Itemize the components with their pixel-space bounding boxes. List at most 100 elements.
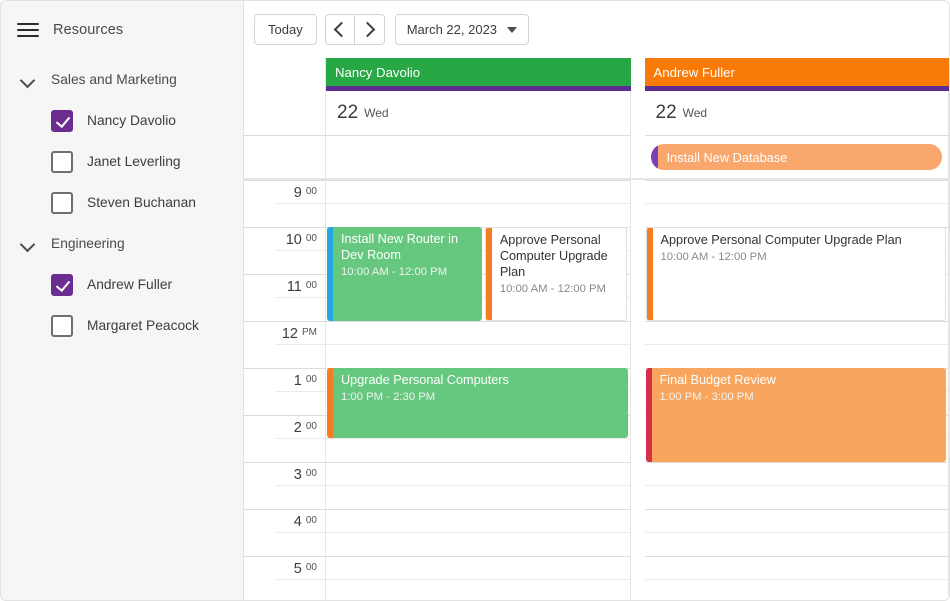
time-slot[interactable] <box>644 321 948 368</box>
all-day-appointment[interactable]: Install New Database <box>650 144 942 170</box>
time-slot[interactable] <box>326 556 630 600</box>
half-hour-line <box>276 438 325 439</box>
resource-group: Engineering Andrew Fuller Margaret Peacock <box>1 223 243 346</box>
time-label-suffix: 00 <box>305 421 317 432</box>
resource-item[interactable]: Margaret Peacock <box>17 305 243 346</box>
time-gutter-row: 12 PM <box>244 321 325 368</box>
time-label: 2 00 <box>294 421 317 436</box>
resource-item[interactable]: Nancy Davolio <box>17 100 243 141</box>
time-gutter-row: 5 00 <box>244 556 325 600</box>
resource-group-header[interactable]: Sales and Marketing <box>17 59 243 100</box>
date-header-cell[interactable]: 22 Wed <box>644 91 949 136</box>
resource-header-row: Nancy Davolio 22 Wed Andrew Fuller 22 Wed <box>244 58 949 136</box>
time-gutter-row: 10 00 <box>244 227 325 274</box>
next-day-button[interactable] <box>354 14 385 45</box>
resource-checkbox[interactable] <box>51 314 73 337</box>
resource-column-header: Andrew Fuller 22 Wed <box>644 58 949 136</box>
resource-name-bar[interactable]: Nancy Davolio <box>326 58 631 86</box>
hour-line <box>244 321 325 322</box>
time-label-hour: 3 <box>293 467 302 483</box>
date-day-of-week: Wed <box>682 106 708 120</box>
resource-name-label: Nancy Davolio <box>335 64 421 80</box>
hour-line <box>244 462 325 463</box>
date-day-number: 22 <box>655 102 677 123</box>
half-hour-line <box>326 485 630 486</box>
half-hour-line <box>276 532 325 533</box>
resources-title: Resources <box>53 22 124 38</box>
hour-line <box>244 180 325 181</box>
scheduler-body[interactable]: 9 00 10 00 11 00 12 PM 1 00 2 00 3 00 4 00 5 00 Install N… <box>244 180 949 600</box>
time-label: 4 00 <box>294 515 317 530</box>
appointment-color-bar <box>650 144 658 170</box>
appointment-time: 10:00 AM - 12:00 PM <box>341 266 448 278</box>
hour-line <box>326 462 630 463</box>
resource-checkbox[interactable] <box>51 273 73 296</box>
today-button[interactable]: Today <box>254 14 317 45</box>
appointment[interactable]: Upgrade Personal Computers 1:00 PM - 2:30… <box>327 368 628 438</box>
hamburger-icon[interactable] <box>17 22 39 38</box>
time-slot[interactable] <box>326 180 630 227</box>
time-gutter-row: 3 00 <box>244 462 325 509</box>
chevron-down-icon[interactable] <box>17 233 39 255</box>
appointment-subject: Final Budget Review <box>659 373 776 387</box>
resource-group-header[interactable]: Engineering <box>17 223 243 264</box>
time-label-hour: 4 <box>293 514 302 530</box>
time-gutter-row: 9 00 <box>244 180 325 227</box>
time-label: 9 00 <box>294 186 317 201</box>
resource-checkbox[interactable] <box>51 109 73 132</box>
resource-name-bar[interactable]: Andrew Fuller <box>644 58 949 86</box>
time-slot[interactable] <box>326 321 630 368</box>
time-label: 10 00 <box>286 233 317 248</box>
resource-item-label: Nancy Davolio <box>87 113 176 128</box>
all-day-cell[interactable]: Install New Database <box>645 136 949 178</box>
resource-day-column[interactable]: Install New Router in Dev Room 10:00 AM -… <box>326 180 631 600</box>
resource-group-label: Sales and Marketing <box>51 72 177 87</box>
appointment-time: 1:00 PM - 2:30 PM <box>341 391 436 403</box>
all-day-cell[interactable] <box>326 136 631 178</box>
half-hour-line <box>644 203 948 204</box>
hour-line <box>326 509 630 510</box>
time-slot[interactable] <box>326 462 630 509</box>
resource-item[interactable]: Janet Leverling <box>17 141 243 182</box>
appointment-body: Approve Personal Computer Upgrade Plan 10… <box>653 228 946 320</box>
half-hour-line <box>276 485 325 486</box>
resource-checkbox[interactable] <box>51 191 73 214</box>
appointment[interactable]: Install New Router in Dev Room 10:00 AM -… <box>327 227 482 321</box>
date-picker-button[interactable]: March 22, 2023 <box>394 14 530 45</box>
half-hour-line <box>644 344 948 345</box>
half-hour-line <box>326 438 630 439</box>
appointment[interactable]: Approve Personal Computer Upgrade Plan 10… <box>484 227 628 321</box>
resource-name-label: Andrew Fuller <box>653 64 735 80</box>
time-gutter: 9 00 10 00 11 00 12 PM 1 00 2 00 3 00 4 00 5 00 <box>244 180 326 600</box>
resource-checkbox[interactable] <box>51 150 73 173</box>
half-hour-line <box>644 532 948 533</box>
chevron-down-icon[interactable] <box>17 69 39 91</box>
resource-item-label: Margaret Peacock <box>87 318 199 333</box>
time-slot[interactable] <box>644 462 948 509</box>
time-label-hour: 2 <box>293 420 302 436</box>
chevron-down-icon <box>507 26 518 33</box>
resource-item-label: Andrew Fuller <box>87 277 173 292</box>
date-day-number: 22 <box>337 102 359 123</box>
time-slot[interactable] <box>326 509 630 556</box>
all-day-row: Install New Database <box>244 136 949 180</box>
resource-item[interactable]: Steven Buchanan <box>17 182 243 223</box>
time-label-suffix: 00 <box>305 374 317 385</box>
previous-day-button[interactable] <box>324 14 355 45</box>
resource-day-column[interactable]: Approve Personal Computer Upgrade Plan 10… <box>644 180 949 600</box>
time-label-hour: 9 <box>293 185 302 201</box>
time-gutter-row: 2 00 <box>244 415 325 462</box>
appointment-time: 10:00 AM - 12:00 PM <box>660 251 767 263</box>
half-hour-line <box>276 203 325 204</box>
appointment-subject: Install New Router in Dev Room <box>341 232 459 262</box>
time-slot[interactable] <box>644 556 948 600</box>
time-slot[interactable] <box>644 180 948 227</box>
hour-line <box>644 462 948 463</box>
time-slot[interactable] <box>644 509 948 556</box>
half-hour-line <box>276 344 325 345</box>
date-header-cell[interactable]: 22 Wed <box>326 91 631 136</box>
resource-item[interactable]: Andrew Fuller <box>17 264 243 305</box>
time-label-suffix: 00 <box>305 562 317 573</box>
appointment[interactable]: Final Budget Review 1:00 PM - 3:00 PM <box>645 368 946 462</box>
appointment[interactable]: Approve Personal Computer Upgrade Plan 10… <box>645 227 946 321</box>
